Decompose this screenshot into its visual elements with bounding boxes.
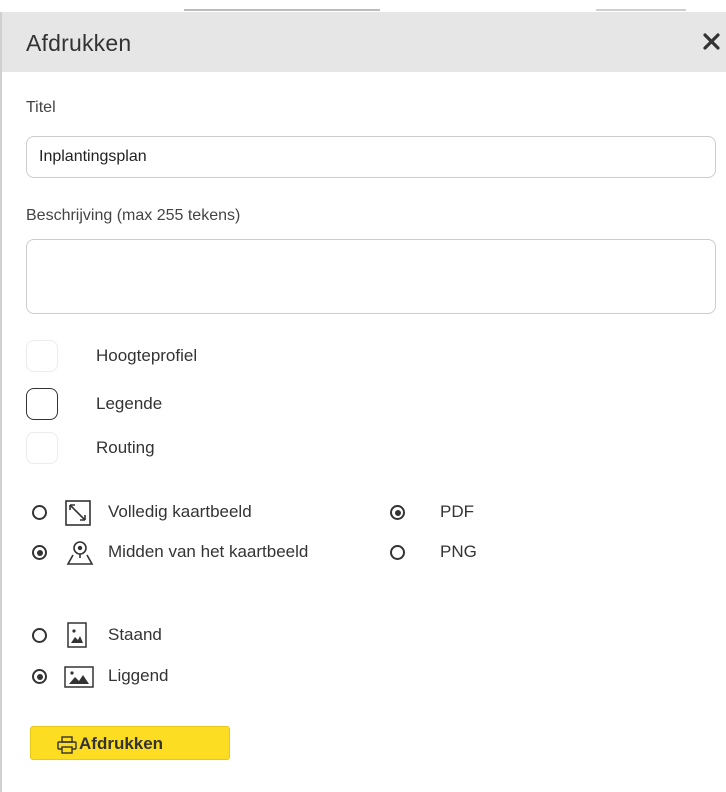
left-border <box>0 0 2 792</box>
print-button[interactable]: Afdrukken <box>30 726 230 760</box>
close-icon[interactable] <box>700 26 726 56</box>
portrait-icon <box>66 622 88 653</box>
radio-label: Midden van het kaartbeeld <box>108 542 309 561</box>
top-strip-segment <box>596 9 686 11</box>
dialog-header: Afdrukken <box>2 12 726 72</box>
title-label: Titel <box>26 99 56 116</box>
print-button-label: Afdrukken <box>79 734 164 753</box>
radio-landscape[interactable] <box>32 669 47 684</box>
checkbox-label: Legende <box>96 394 163 413</box>
radio-label: Volledig kaartbeeld <box>108 502 252 521</box>
title-input[interactable] <box>26 136 716 178</box>
radio-png[interactable] <box>390 545 405 560</box>
radio-full-extent[interactable] <box>32 505 47 520</box>
radio-label: PNG <box>440 542 477 561</box>
checkbox-box[interactable] <box>26 432 58 464</box>
dialog-title: Afdrukken <box>26 30 132 56</box>
checkbox-box[interactable] <box>26 388 58 420</box>
printer-icon <box>57 736 77 759</box>
checkbox-box[interactable] <box>26 340 58 372</box>
radio-label: PDF <box>440 502 474 521</box>
radio-map-center[interactable] <box>32 545 47 560</box>
top-strip <box>0 0 726 12</box>
description-input[interactable] <box>26 239 716 314</box>
full-extent-icon <box>65 500 91 531</box>
description-label: Beschrijving (max 255 tekens) <box>26 207 241 224</box>
checkbox-label: Hoogteprofiel <box>96 346 198 365</box>
checkbox-label: Routing <box>96 438 155 457</box>
landscape-icon <box>64 666 94 693</box>
radio-pdf[interactable] <box>390 505 405 520</box>
radio-label: Liggend <box>108 666 169 685</box>
radio-label: Staand <box>108 625 162 644</box>
radio-portrait[interactable] <box>32 628 47 643</box>
map-center-icon <box>66 540 94 571</box>
top-strip-segment <box>184 9 380 11</box>
